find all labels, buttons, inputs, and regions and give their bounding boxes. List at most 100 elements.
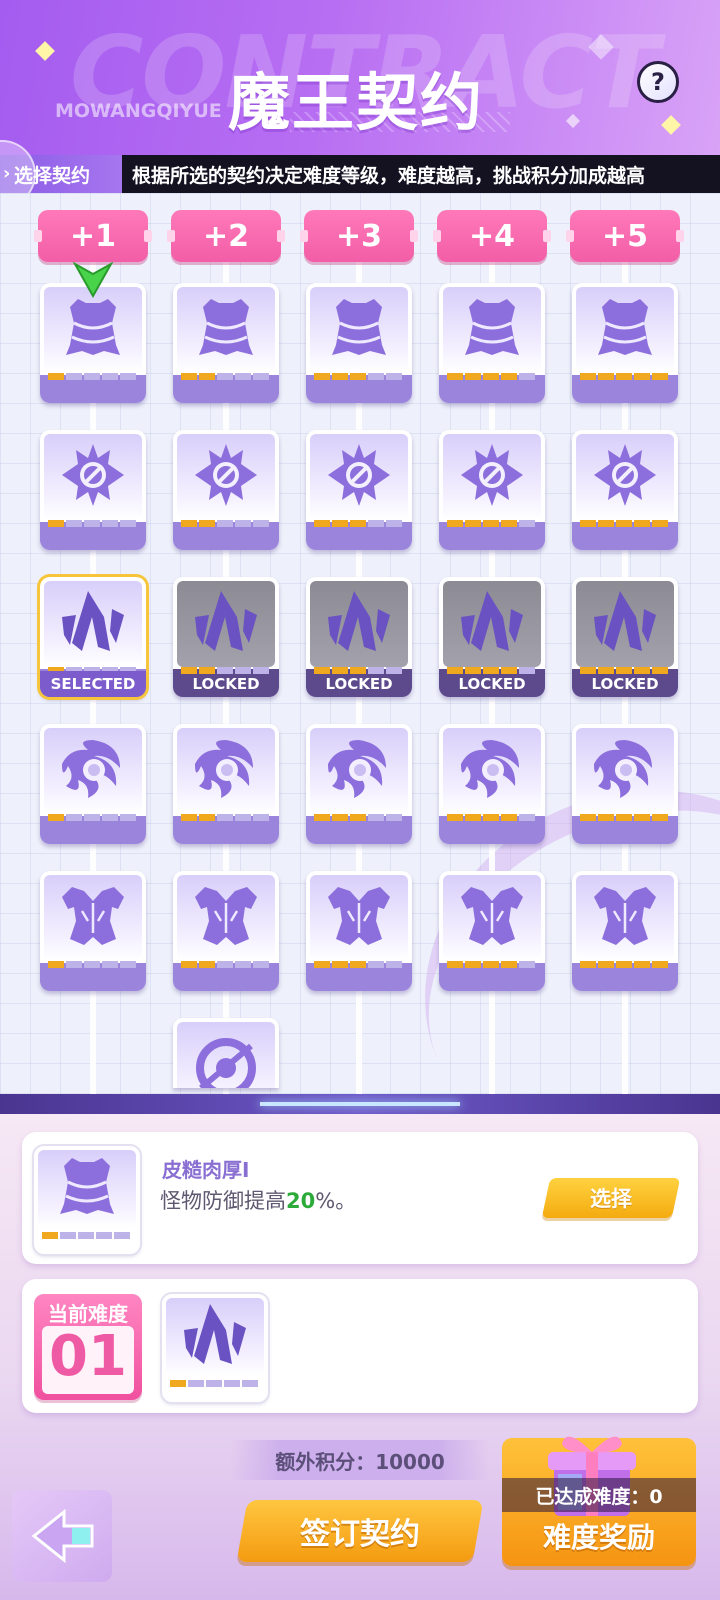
contract-card[interactable]	[306, 283, 412, 403]
select-button-label[interactable]: 选择	[546, 1178, 676, 1218]
level-pip	[386, 961, 402, 968]
contract-card[interactable]	[173, 1018, 279, 1088]
level-pip	[483, 814, 499, 821]
current-difficulty-label: 当前难度	[48, 1302, 128, 1326]
contract-level-pips	[447, 961, 535, 968]
contract-card[interactable]: LOCKED	[173, 577, 279, 697]
level-pip	[332, 520, 348, 527]
level-pip	[217, 520, 233, 527]
sign-contract-label[interactable]: 签订契约	[242, 1500, 478, 1562]
contract-card[interactable]	[173, 871, 279, 991]
sparkle-icon	[661, 115, 681, 135]
contract-card[interactable]	[572, 871, 678, 991]
level-pip	[102, 520, 118, 527]
armor-icon	[197, 297, 255, 357]
contract-card[interactable]	[306, 724, 412, 844]
contract-card[interactable]: LOCKED	[439, 577, 545, 697]
contract-level-pips	[314, 961, 402, 968]
contract-card[interactable]	[40, 430, 146, 550]
contract-level-pips	[181, 961, 269, 968]
level-pip	[332, 814, 348, 821]
contract-card[interactable]	[439, 283, 545, 403]
contract-card[interactable]	[439, 871, 545, 991]
contract-card[interactable]	[572, 724, 678, 844]
level-pip	[102, 373, 118, 380]
contract-card[interactable]: LOCKED	[306, 577, 412, 697]
level-pip	[350, 814, 366, 821]
effect-value: 20	[286, 1189, 316, 1213]
level-pip	[253, 373, 269, 380]
difficulty-reward-label[interactable]: 难度奖励	[502, 1514, 696, 1558]
level-pip	[314, 814, 330, 821]
contract-level-pips	[42, 1232, 130, 1239]
level-pip	[48, 373, 64, 380]
contract-name: 皮糙肉厚I	[162, 1158, 250, 1182]
level-pip	[598, 520, 614, 527]
level-pip	[501, 814, 517, 821]
contract-card[interactable]	[40, 724, 146, 844]
contract-description: 根据所选的契约决定难度等级，难度越高，挑战积分加成越高	[132, 164, 646, 187]
contract-card[interactable]	[173, 724, 279, 844]
level-pip	[120, 961, 136, 968]
level-pip	[181, 961, 197, 968]
select-contract-tag: 选择契约	[0, 155, 122, 193]
vortex-icon	[195, 740, 253, 798]
level-pip	[42, 1232, 58, 1239]
contract-card[interactable]	[40, 283, 146, 403]
level-pip	[634, 961, 650, 968]
level-pip	[96, 1232, 112, 1239]
level-pip	[386, 373, 402, 380]
level-pip	[580, 373, 596, 380]
crystal-icon	[328, 591, 390, 651]
level-pip	[652, 961, 668, 968]
contract-card[interactable]	[306, 430, 412, 550]
crosshair-icon	[60, 442, 126, 508]
torso-icon	[592, 885, 658, 947]
level-pip	[501, 373, 517, 380]
divider-glow	[260, 1102, 460, 1106]
level-pip	[447, 520, 463, 527]
crosshair-icon	[459, 442, 525, 508]
level-pill: +1	[34, 210, 152, 262]
level-pip	[224, 1380, 240, 1387]
level-pip	[84, 373, 100, 380]
level-pip	[483, 961, 499, 968]
contract-card[interactable]	[173, 283, 279, 403]
contract-card[interactable]: LOCKED	[572, 577, 678, 697]
level-pip	[368, 814, 384, 821]
level-pip	[78, 1232, 94, 1239]
contract-level-pips	[580, 814, 668, 821]
armor-icon	[463, 297, 521, 357]
level-pip	[386, 520, 402, 527]
level-pip	[66, 373, 82, 380]
level-pip	[48, 814, 64, 821]
help-button[interactable]: ?	[637, 61, 679, 103]
level-pip	[580, 814, 596, 821]
level-pip	[580, 520, 596, 527]
level-pip	[652, 373, 668, 380]
level-pip	[616, 814, 632, 821]
contract-card[interactable]	[572, 283, 678, 403]
locked-badge: LOCKED	[325, 675, 393, 693]
contract-card[interactable]	[439, 430, 545, 550]
back-button[interactable]	[12, 1490, 112, 1582]
level-pill: +5	[566, 210, 684, 262]
level-pip	[465, 961, 481, 968]
contract-card[interactable]	[173, 430, 279, 550]
contract-card[interactable]	[40, 871, 146, 991]
level-pip	[501, 961, 517, 968]
level-pip	[84, 961, 100, 968]
level-pip	[181, 520, 197, 527]
contract-card[interactable]: SELECTED	[40, 577, 146, 697]
extra-points-text: 额外积分：10000	[275, 1449, 445, 1474]
contract-card[interactable]	[572, 430, 678, 550]
contract-level-pips	[181, 814, 269, 821]
contract-card[interactable]	[439, 724, 545, 844]
armor-icon	[58, 1156, 116, 1216]
contract-card[interactable]	[306, 871, 412, 991]
active-contract-slot[interactable]	[162, 1294, 268, 1402]
level-pip	[66, 814, 82, 821]
level-pip	[465, 520, 481, 527]
crystal-icon	[195, 591, 257, 651]
level-pip	[66, 520, 82, 527]
